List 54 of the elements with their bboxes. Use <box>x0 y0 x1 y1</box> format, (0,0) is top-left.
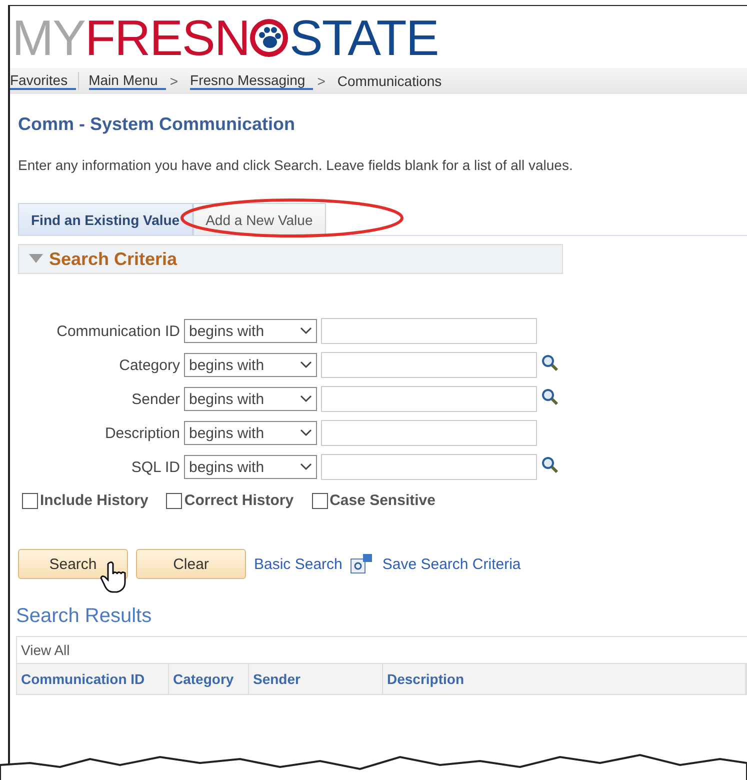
field-label: SQL ID <box>131 458 180 476</box>
menu-link[interactable]: Fresno Messaging <box>190 72 314 90</box>
column-header[interactable]: Communication ID <box>17 664 169 694</box>
section-title: Search Criteria <box>49 248 178 270</box>
tab[interactable]: Add a New Value <box>192 203 326 235</box>
fresno-state-logo: MYFRESN STATE <box>11 9 440 64</box>
chevron-icon <box>300 429 312 437</box>
menu-link[interactable]: Main Menu <box>88 72 166 90</box>
operator-dropdown[interactable]: begins with <box>184 353 317 377</box>
instructions-text: Enter any information you have and click Search. Leave fields blank for a list of all values. <box>18 157 574 173</box>
operator-dropdown[interactable]: begins with <box>184 387 317 411</box>
chevron-icon <box>300 395 312 403</box>
breadcrumb-item[interactable]: Communications <box>337 73 450 89</box>
breadcrumb-separator: > <box>168 73 180 89</box>
checkbox[interactable] <box>22 492 38 508</box>
chevron-icon <box>300 361 312 369</box>
operator-dropdown[interactable]: begins with <box>184 421 317 445</box>
operator-dropdown[interactable]: begins with <box>184 455 317 479</box>
clear-button[interactable]: Clear <box>136 549 246 579</box>
save-search-criteria-link[interactable]: Save Search Criteria <box>382 556 521 572</box>
field-label: Sender <box>132 390 180 408</box>
operator-dropdown[interactable]: begins with <box>184 319 317 343</box>
results-title: Search Results <box>16 605 153 628</box>
input-field[interactable] <box>321 386 537 412</box>
search-button[interactable]: Search <box>18 549 128 579</box>
section-header[interactable]: Search Criteria <box>18 244 563 274</box>
menu-link[interactable]: Favorites <box>10 72 76 90</box>
column-header[interactable]: Description <box>383 664 746 694</box>
checkbox-label: Correct History <box>184 492 294 509</box>
search-icon[interactable] <box>541 388 559 406</box>
field-label: Description <box>104 424 180 442</box>
tab[interactable]: Find an Existing Value <box>18 203 193 235</box>
input-field[interactable] <box>321 318 537 344</box>
checkbox[interactable] <box>312 492 328 508</box>
column-header[interactable]: Sender <box>249 664 383 694</box>
breadcrumb-separator: > <box>316 73 326 89</box>
save-criteria-icon[interactable] <box>350 553 374 575</box>
basic-search-link[interactable]: Basic Search <box>254 556 342 572</box>
search-icon[interactable] <box>541 456 559 474</box>
chevron-icon <box>300 463 312 471</box>
input-field[interactable] <box>321 352 537 378</box>
column-header[interactable]: Category <box>169 664 249 694</box>
field-label: Communication ID <box>56 322 180 340</box>
paw-icon <box>249 18 290 58</box>
input-field[interactable] <box>321 454 537 480</box>
checkbox-label: Include History <box>40 492 148 509</box>
input-field[interactable] <box>321 420 537 446</box>
page-title: Comm - System Communication <box>18 114 296 135</box>
checkbox[interactable] <box>166 492 182 508</box>
view-all-link[interactable]: View All <box>21 642 70 658</box>
search-icon[interactable] <box>541 354 559 372</box>
chevron-icon <box>300 327 312 335</box>
field-label: Category <box>119 356 180 374</box>
checkbox-label: Case Sensitive <box>330 492 436 509</box>
